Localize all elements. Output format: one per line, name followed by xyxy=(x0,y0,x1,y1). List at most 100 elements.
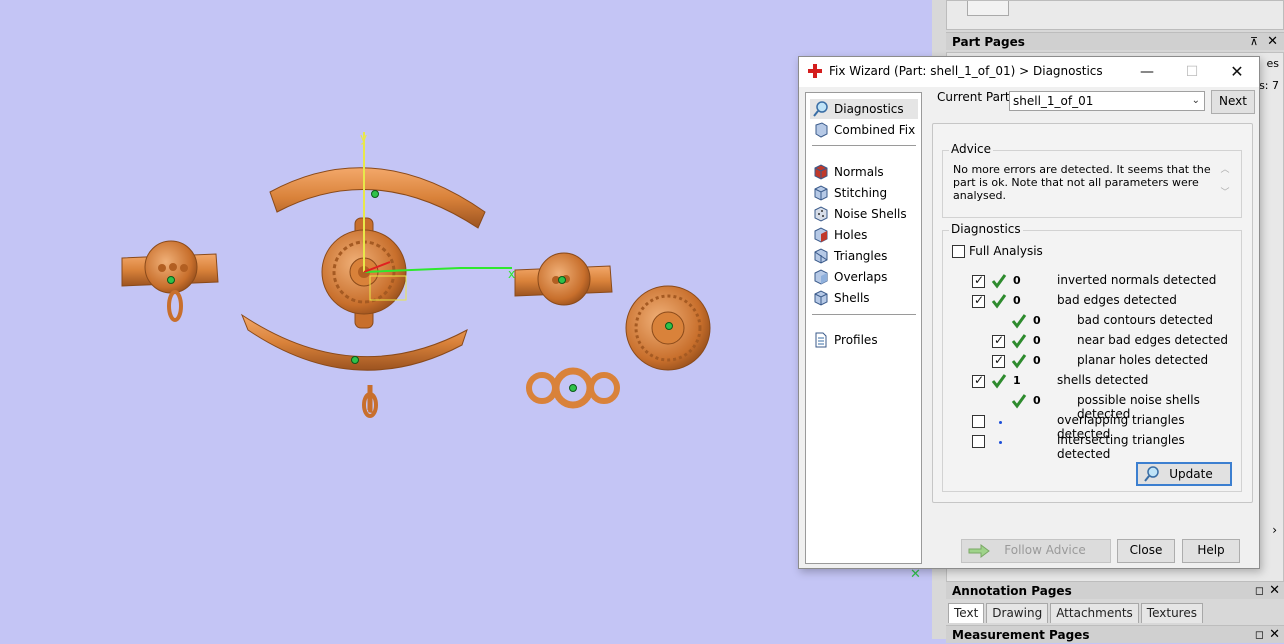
stitching-cube-icon xyxy=(814,185,828,201)
3d-viewport[interactable]: y x ✕ xyxy=(0,0,932,639)
holes-cube-icon xyxy=(814,227,828,243)
nav-triangles[interactable]: Triangles xyxy=(810,246,918,266)
not-analysed-dot-icon xyxy=(999,421,1002,424)
advice-legend: Advice xyxy=(949,142,994,156)
triple-ring-right xyxy=(588,372,620,404)
bad-contours-label: bad contours detected xyxy=(1077,313,1213,327)
intersecting-triangles-checkbox[interactable] xyxy=(972,435,985,448)
part-count-fragment: s: 7 xyxy=(1259,79,1279,92)
tab-attachments[interactable]: Attachments xyxy=(1050,603,1139,623)
bottom-arc-loop xyxy=(367,385,373,413)
annotation-pages-header: Annotation Pages ◻ ✕ xyxy=(946,581,1284,599)
annotation-tabs: Text Drawing Attachments Textures xyxy=(948,603,1203,623)
inverted-normals-label: inverted normals detected xyxy=(1057,273,1217,287)
overlaps-cube-icon xyxy=(814,269,828,285)
tab-textures[interactable]: Textures xyxy=(1140,603,1203,623)
arrow-right-icon xyxy=(968,544,990,558)
inverted-normals-count: 0 xyxy=(1013,274,1021,287)
nav-stitching[interactable]: Stitching xyxy=(810,183,918,203)
planar-holes-checkbox[interactable] xyxy=(992,353,1005,368)
current-part-select[interactable]: shell_1_of_01 ⌄ xyxy=(1009,91,1205,111)
update-button[interactable]: Update xyxy=(1136,462,1232,486)
shells-checkbox[interactable] xyxy=(972,373,985,388)
full-analysis-label: Full Analysis xyxy=(969,244,1043,258)
nav-holes[interactable]: Holes xyxy=(810,225,918,245)
magnifier-icon xyxy=(1144,466,1159,482)
full-analysis-checkbox[interactable] xyxy=(952,245,965,258)
model-view[interactable]: y x ✕ xyxy=(0,0,932,639)
measurement-pages-header: Measurement Pages ◻ ✕ xyxy=(946,625,1284,643)
y-axis-label: y xyxy=(360,131,367,145)
close-window-button[interactable]: ✕ xyxy=(1222,61,1252,83)
noise-shells-count: 0 xyxy=(1033,394,1041,407)
bad-edges-count: 0 xyxy=(1013,294,1021,307)
nav-combined-fix[interactable]: Combined Fix xyxy=(810,120,918,140)
close-icon[interactable]: ✕ xyxy=(1269,582,1280,600)
magnifier-icon xyxy=(813,101,828,117)
nav-noise-shells[interactable]: Noise Shells xyxy=(810,204,918,224)
diagnostics-panel: Advice No more errors are detected. It s… xyxy=(932,123,1253,503)
close-icon[interactable]: ✕ xyxy=(1269,626,1280,644)
properties-area xyxy=(946,0,1284,30)
chevron-down-icon: ⌄ xyxy=(1191,95,1200,106)
green-check-icon xyxy=(991,374,1007,389)
x-axis-label: x xyxy=(508,267,515,281)
tab-drawing[interactable]: Drawing xyxy=(986,603,1049,623)
green-check-icon xyxy=(1011,314,1027,329)
triangles-cube-icon xyxy=(814,248,828,264)
part-pages-header: Part Pages ⊼ ✕ xyxy=(946,32,1284,50)
maximize-button[interactable]: ☐ xyxy=(1177,61,1207,83)
fix-wizard-dialog: Fix Wizard (Part: shell_1_of_01) > Diagn… xyxy=(798,56,1260,569)
planar-holes-label: planar holes detected xyxy=(1077,353,1209,367)
green-check-icon xyxy=(991,294,1007,309)
close-icon[interactable]: ✕ xyxy=(1267,33,1278,51)
bad-contours-count: 0 xyxy=(1033,314,1041,327)
tab-text[interactable]: Text xyxy=(948,603,985,623)
arc-part-top xyxy=(269,167,486,229)
part-pages-tab-fragment[interactable]: es xyxy=(1267,57,1280,70)
triple-ring-left xyxy=(526,372,558,404)
normals-cube-icon xyxy=(814,164,828,180)
diagnostics-group: Diagnostics Full Analysis 0 inverted nor… xyxy=(942,222,1242,492)
svg-text:✕: ✕ xyxy=(910,567,921,582)
advice-text: No more errors are detected. It seems th… xyxy=(953,163,1211,202)
follow-advice-button[interactable]: Follow Advice xyxy=(961,539,1111,563)
not-analysed-dot-icon xyxy=(999,441,1002,444)
green-check-icon xyxy=(991,274,1007,289)
green-check-icon xyxy=(1011,354,1027,369)
wizard-nav: Diagnostics Combined Fix Normals Stitchi… xyxy=(805,92,922,564)
shells-label: shells detected xyxy=(1057,373,1149,387)
minimize-button[interactable]: — xyxy=(1132,61,1162,83)
restore-icon[interactable]: ◻ xyxy=(1255,582,1264,600)
intersecting-triangles-label: intersecting triangles detected xyxy=(1057,433,1185,461)
near-bad-edges-checkbox[interactable] xyxy=(992,333,1005,348)
help-button[interactable]: Help xyxy=(1182,539,1240,563)
next-button[interactable]: Next xyxy=(1211,90,1255,114)
current-part-label: Current Part: xyxy=(937,90,1014,104)
advice-scrollbar[interactable]: ︿ ﹀ xyxy=(1219,162,1231,204)
nav-normals[interactable]: Normals xyxy=(810,162,918,182)
shells-count: 1 xyxy=(1013,374,1021,387)
restore-icon[interactable]: ◻ xyxy=(1255,626,1264,644)
nav-profiles[interactable]: Profiles xyxy=(810,330,918,350)
dialog-title: Fix Wizard (Part: shell_1_of_01) > Diagn… xyxy=(829,64,1103,78)
profiles-document-icon xyxy=(815,332,827,348)
nav-overlaps[interactable]: Overlaps xyxy=(810,267,918,287)
near-bad-edges-label: near bad edges detected xyxy=(1077,333,1228,347)
green-check-icon xyxy=(1011,394,1027,409)
close-button[interactable]: Close xyxy=(1117,539,1175,563)
near-bad-edges-count: 0 xyxy=(1033,334,1041,347)
advice-group: Advice No more errors are detected. It s… xyxy=(942,142,1242,218)
nav-shells[interactable]: Shells xyxy=(810,288,918,308)
pin-icon[interactable]: ⊼ xyxy=(1250,33,1258,51)
bad-edges-label: bad edges detected xyxy=(1057,293,1177,307)
green-check-icon xyxy=(1011,334,1027,349)
bad-edges-checkbox[interactable] xyxy=(972,293,985,308)
scroll-right-icon[interactable]: › xyxy=(1272,523,1277,537)
dialog-titlebar[interactable]: Fix Wizard (Part: shell_1_of_01) > Diagn… xyxy=(799,57,1259,87)
diagnostics-legend: Diagnostics xyxy=(949,222,1023,236)
nav-diagnostics[interactable]: Diagnostics xyxy=(810,99,918,119)
inverted-normals-checkbox[interactable] xyxy=(972,273,985,288)
combined-fix-icon xyxy=(815,122,828,138)
overlapping-triangles-checkbox[interactable] xyxy=(972,415,985,428)
